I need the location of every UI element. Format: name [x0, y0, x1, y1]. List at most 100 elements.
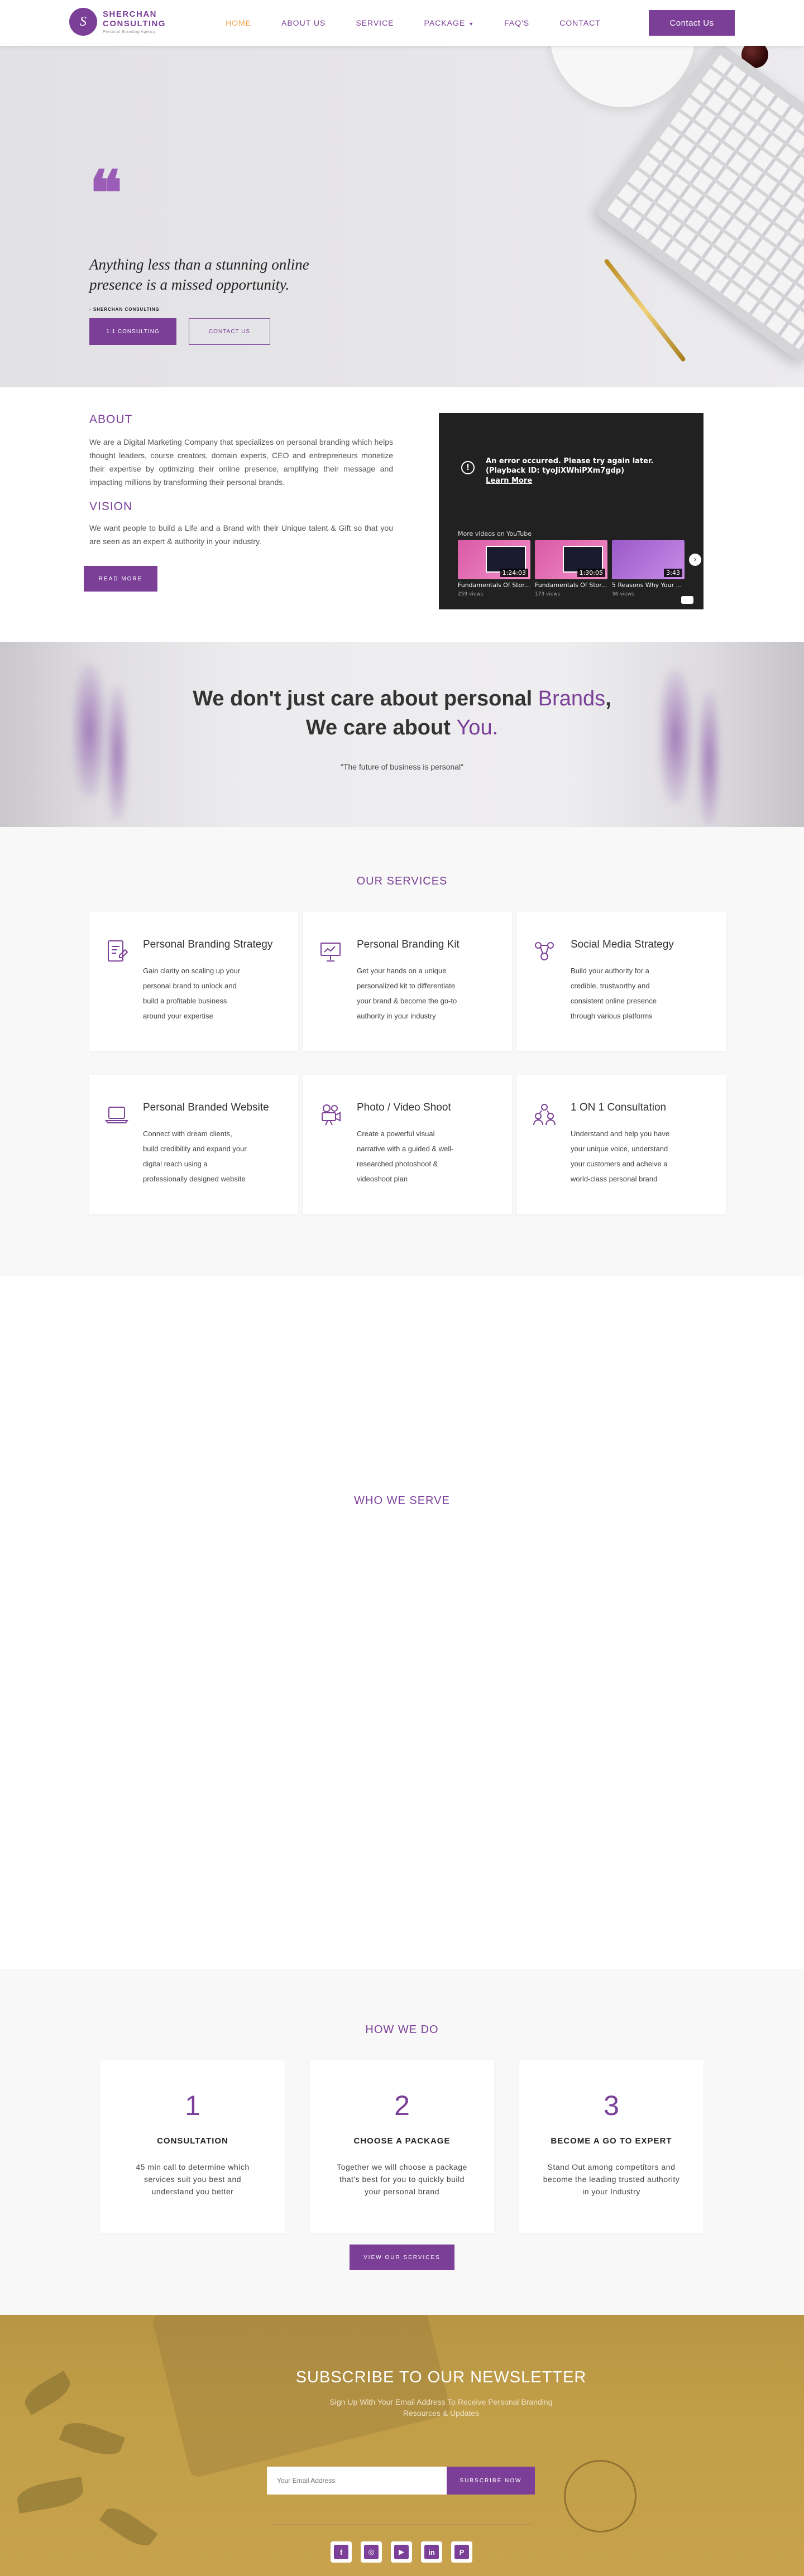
service-card-text: Understand and help you have your unique…	[571, 1130, 670, 1183]
nav-item-faqs[interactable]: FAQ'S	[504, 17, 529, 30]
linkedin-link[interactable]: in	[421, 2541, 442, 2563]
banner-line2-text: We care about	[305, 716, 457, 739]
service-card[interactable]: Social Media Strategy Build your authori…	[517, 912, 726, 1051]
banner-line1-text: We don't just care about personal	[193, 687, 538, 710]
strategy-document-icon	[108, 940, 128, 962]
how-we-do-section: HOW WE DO 1 CONSULTATION 45 min call to …	[0, 1969, 804, 2315]
service-card-text: Gain clarity on scaling up your personal…	[143, 967, 241, 1020]
video-views: 173 views	[535, 592, 561, 597]
vision-title: VISION	[89, 500, 133, 513]
youtube-link[interactable]: ▶	[391, 2541, 412, 2563]
service-card-title: Photo / Video Shoot	[357, 1102, 451, 1113]
newsletter-section: SUBSCRIBE TO OUR NEWSLETTER Sign Up With…	[0, 2315, 804, 2576]
logo[interactable]: S SHERCHAN CONSULTING Personal Branding …	[69, 8, 166, 36]
nav-item-package-label: PACKAGE	[424, 18, 466, 27]
youtube-icon: ▶	[394, 2545, 409, 2559]
service-card-text: Connect with dream clients, build credib…	[143, 1130, 247, 1183]
consulting-button[interactable]: 1:1 CONSULTING	[89, 318, 176, 345]
nav-item-home[interactable]: HOME	[226, 17, 251, 30]
service-card-text: Get your hands on a unique personalized …	[357, 967, 457, 1020]
email-field[interactable]	[267, 2467, 447, 2495]
chevron-down-icon: ▼	[468, 21, 475, 27]
main-nav: HOME ABOUT US SERVICE PACKAGE ▼ FAQ'S CON…	[226, 17, 631, 30]
step-card: 1 CONSULTATION 45 min call to determine …	[100, 2060, 285, 2233]
vision-text: We want people to build a Life and a Bra…	[89, 523, 393, 546]
video-duration: 1:30:05	[577, 569, 605, 577]
about-title: ABOUT	[89, 413, 133, 426]
nav-item-contact[interactable]: CONTACT	[559, 17, 601, 30]
newsletter-subtitle: Sign Up With Your Email Address To Recei…	[0, 2396, 804, 2419]
nav-item-package[interactable]: PACKAGE ▼	[424, 17, 475, 30]
coffee-cup-image	[550, 46, 695, 107]
view-services-button[interactable]: VIEW OUR SERVICES	[350, 2245, 454, 2270]
pinterest-link[interactable]: P	[451, 2541, 472, 2563]
service-card[interactable]: Personal Branding Kit Get your hands on …	[303, 912, 512, 1051]
video-duration: 3:43	[664, 569, 682, 577]
logo-name-line1: SHERCHAN	[103, 9, 157, 19]
social-network-icon	[535, 942, 554, 960]
banner-heading: We don't just care about personal Brands…	[0, 684, 804, 742]
step-text: Together we will choose a package that's…	[337, 2162, 467, 2196]
video-thumbnail[interactable]: 1:24:03	[458, 540, 530, 579]
video-thumbnail[interactable]: 3:43	[612, 540, 685, 579]
video-error-message: An error occurred. Please try again late…	[486, 457, 654, 475]
newsletter-subtitle-line2: Resources & Updates	[403, 2409, 480, 2418]
service-card-title: Social Media Strategy	[571, 939, 674, 950]
plant-image	[59, 2416, 126, 2461]
service-card[interactable]: 1 ON 1 Consultation Understand and help …	[517, 1075, 726, 1214]
site-header: S SHERCHAN CONSULTING Personal Branding …	[0, 0, 804, 46]
read-more-button[interactable]: READ MORE	[84, 566, 157, 592]
banner-line2-highlight: You.	[456, 716, 499, 739]
who-we-serve-title: WHO WE SERVE	[354, 1494, 450, 1507]
service-card-title: Personal Branded Website	[143, 1102, 269, 1113]
video-duration: 1:24:03	[500, 569, 528, 577]
step-title: BECOME A GO TO EXPERT	[551, 2136, 672, 2146]
service-card[interactable]: Photo / Video Shoot Create a powerful vi…	[303, 1075, 512, 1214]
newsletter-subtitle-line1: Sign Up With Your Email Address To Recei…	[329, 2397, 553, 2406]
service-card[interactable]: Personal Branding Strategy Gain clarity …	[89, 912, 298, 1051]
logo-text: SHERCHAN CONSULTING Personal Branding Ag…	[103, 9, 166, 34]
banner-line1-highlight: Brands	[538, 687, 606, 710]
youtube-embed[interactable]: ! An error occurred. Please try again la…	[439, 413, 704, 609]
video-title[interactable]: 5 Reasons Why Your ...	[612, 581, 685, 589]
facebook-link[interactable]: f	[331, 2541, 352, 2563]
service-card-title: 1 ON 1 Consultation	[571, 1102, 667, 1113]
contact-us-button[interactable]: Contact Us	[649, 10, 735, 36]
step-number: 2	[394, 2090, 410, 2121]
hero-signature: - SHERCHAN CONSULTING	[89, 307, 160, 312]
hero-contact-button[interactable]: CONTACT US	[189, 318, 270, 345]
learn-more-link[interactable]: Learn More	[486, 477, 532, 485]
step-title: CHOOSE A PACKAGE	[353, 2136, 451, 2146]
plant-image	[15, 2476, 86, 2514]
next-arrow-icon[interactable]: ›	[689, 554, 701, 566]
service-card-text: Build your authority for a credible, tru…	[571, 967, 657, 1020]
step-number: 1	[185, 2090, 200, 2121]
error-icon: !	[461, 461, 475, 474]
youtube-logo-icon[interactable]	[681, 596, 693, 604]
subscribe-button[interactable]: SUBSCRIBE NOW	[447, 2467, 535, 2495]
presentation-board-icon	[320, 943, 341, 962]
video-title[interactable]: Fundamentals Of Stor...	[535, 581, 607, 589]
logo-mark: S	[69, 8, 97, 36]
newsletter-title: SUBSCRIBE TO OUR NEWSLETTER	[295, 2368, 587, 2386]
step-text: 45 min call to determine which services …	[136, 2162, 250, 2196]
video-camera-icon	[322, 1104, 341, 1126]
video-title[interactable]: Fundamentals Of Stor...	[458, 581, 530, 589]
step-card: 2 CHOOSE A PACKAGE Together we will choo…	[310, 2060, 494, 2233]
gold-pen-image	[604, 258, 686, 363]
pinterest-icon: P	[454, 2545, 469, 2559]
video-thumbnail[interactable]: 1:30:05	[535, 540, 607, 579]
services-section: OUR SERVICES Personal Branding Strategy …	[0, 827, 804, 1276]
banner-line1-punct: ,	[605, 687, 611, 710]
service-card[interactable]: Personal Branded Website Connect with dr…	[89, 1075, 298, 1214]
linkedin-icon: in	[424, 2545, 439, 2559]
service-card-title: Personal Branding Strategy	[143, 939, 273, 950]
quote-icon: ❝	[89, 160, 123, 228]
nav-item-about-us[interactable]: ABOUT US	[281, 17, 326, 30]
instagram-link[interactable]: ◎	[361, 2541, 382, 2563]
nav-item-service[interactable]: SERVICE	[356, 17, 394, 30]
plant-image	[99, 2501, 158, 2553]
hero-quote: Anything less than a stunning online pre…	[89, 256, 309, 293]
people-consultation-icon	[533, 1104, 556, 1126]
step-card: 3 BECOME A GO TO EXPERT Stand Out among …	[519, 2060, 704, 2233]
